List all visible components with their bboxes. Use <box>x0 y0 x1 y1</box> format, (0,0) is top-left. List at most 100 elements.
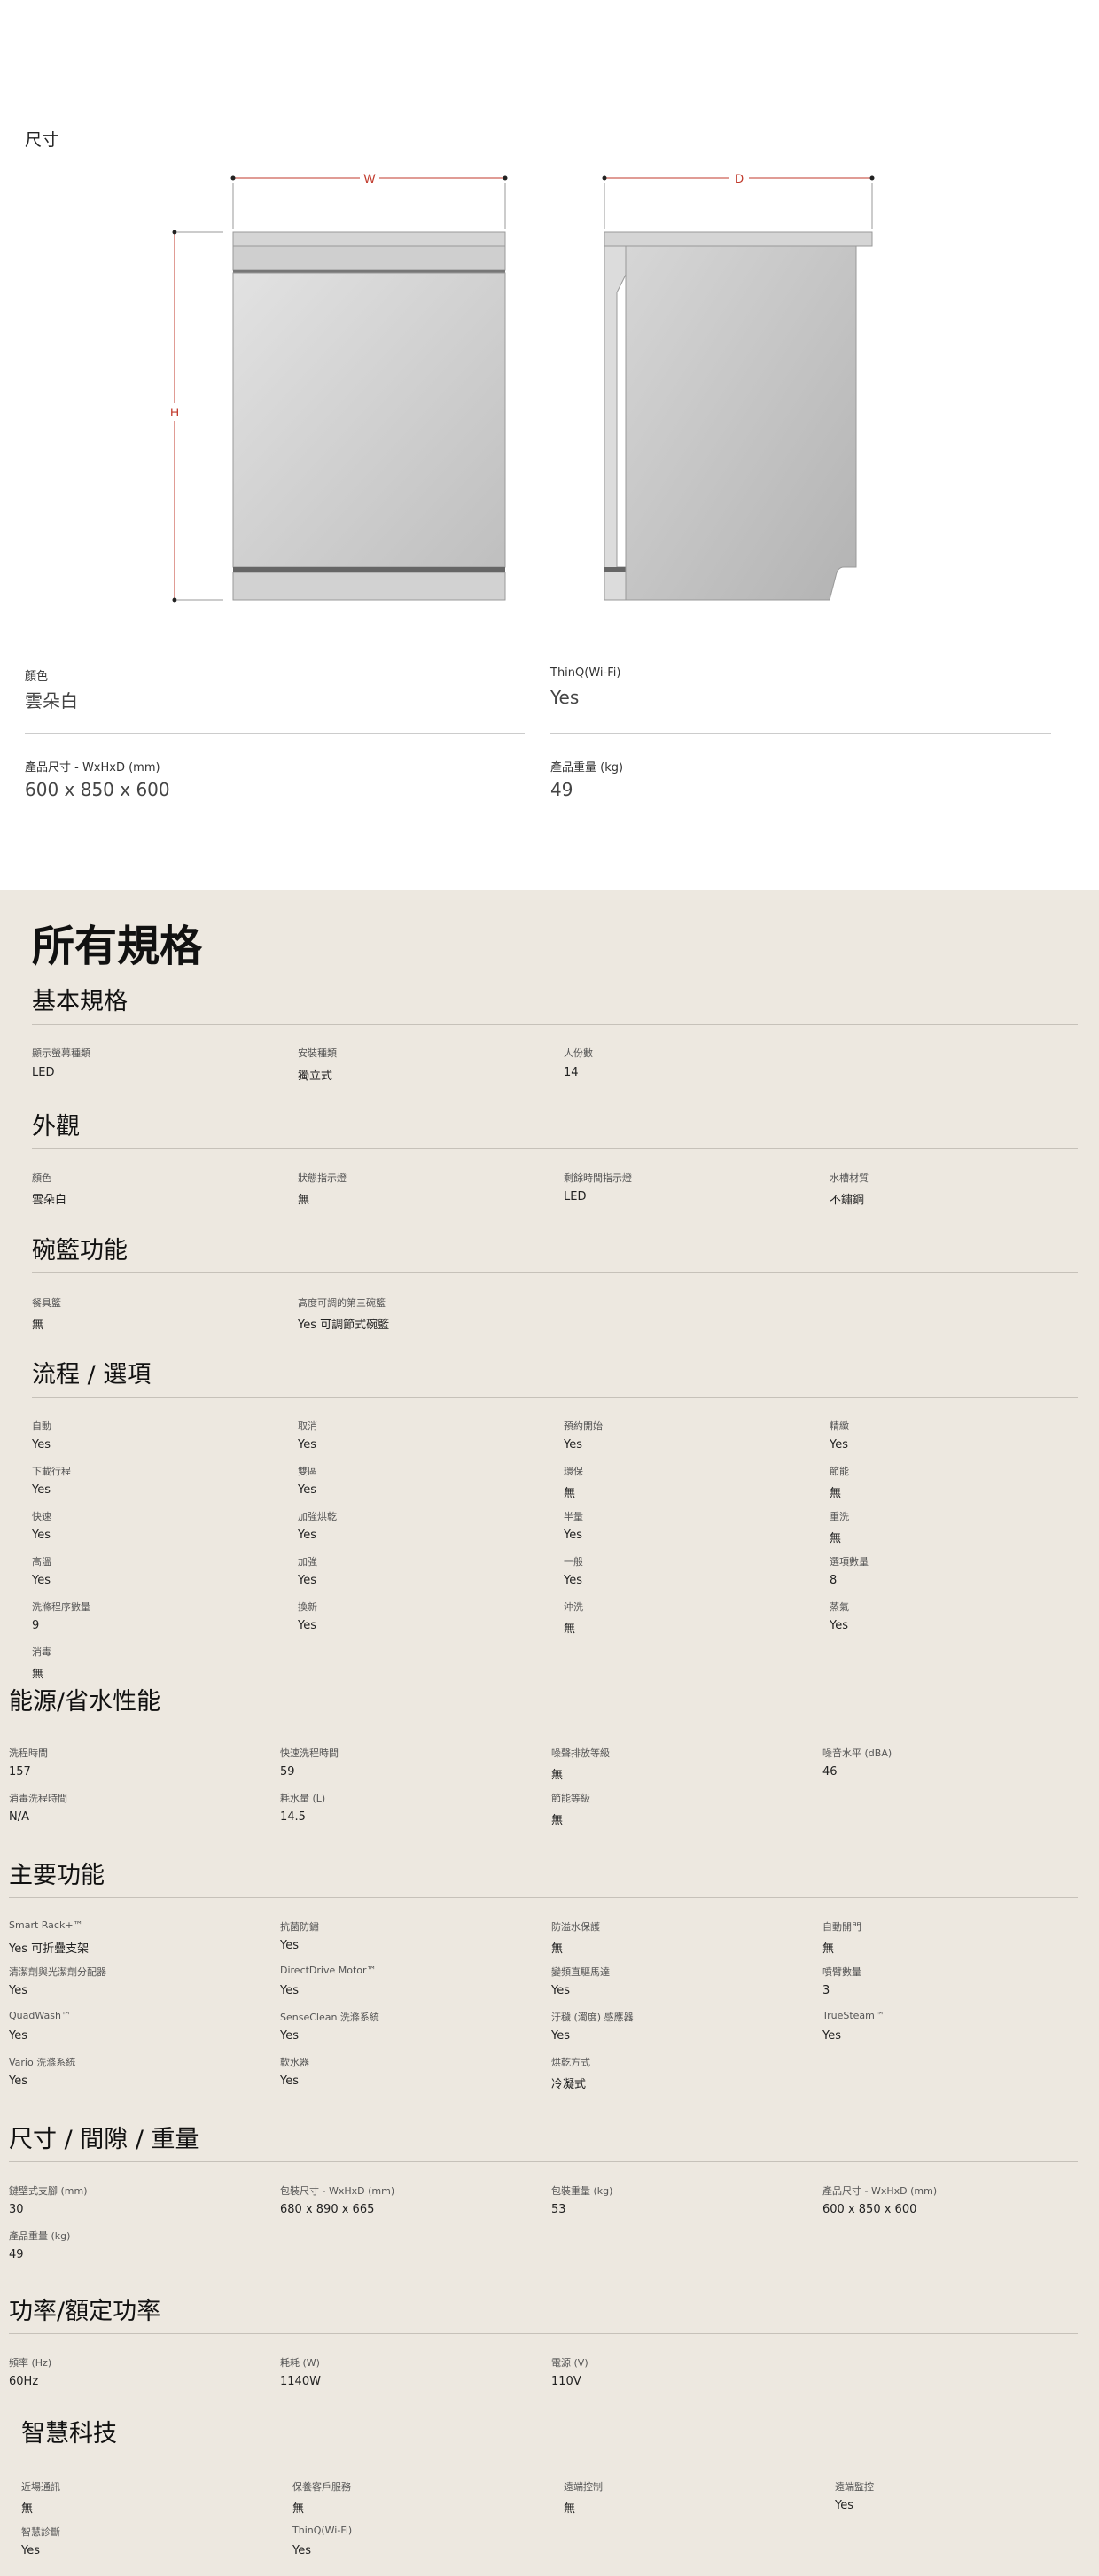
spec-value: Yes <box>564 1574 582 1587</box>
spec-label: 產品重量 (kg) <box>9 2230 71 2242</box>
dimension-section: 尺寸 W H D 顏色 雲朵白 ThinQ(Wi-Fi) Yes 產品尺寸 - … <box>0 0 1099 890</box>
spec-label: 重洗 <box>830 1511 849 1522</box>
spec-label: SenseClean 洗滌系統 <box>280 2012 379 2023</box>
spec-value: Yes <box>298 1574 316 1587</box>
spec-label: 噪音水平 (dBA) <box>822 1747 892 1759</box>
spec-value: 無 <box>564 1487 576 1500</box>
spec-value: Yes <box>9 1984 27 1997</box>
spec-value: Yes <box>32 1529 51 1542</box>
spec-label: QuadWash™ <box>9 2010 71 2021</box>
spec-value-color: 雲朵白 <box>25 690 78 712</box>
spec-value: Yes <box>32 1483 51 1497</box>
spec-value: N/A <box>9 1810 29 1824</box>
spec-value: 8 <box>830 1574 838 1587</box>
spec-value: 不鏽鋼 <box>830 1194 865 1207</box>
spec-value: 46 <box>822 1765 838 1778</box>
spec-label: 半量 <box>564 1511 583 1522</box>
spec-label: 餐具籃 <box>32 1297 61 1309</box>
spec-label: Smart Rack+™ <box>9 1919 83 1931</box>
spec-value: Yes <box>298 1438 316 1451</box>
spec-label: 電源 (V) <box>551 2357 588 2369</box>
spec-value: Yes <box>32 1438 51 1451</box>
spec-value: Yes <box>280 1939 299 1952</box>
spec-label-thinq: ThinQ(Wi-Fi) <box>550 666 621 680</box>
spec-value: 無 <box>21 2502 34 2516</box>
section-divider <box>32 1148 1078 1149</box>
spec-label: 下載行程 <box>32 1466 71 1477</box>
spec-label: 烘乾方式 <box>551 2057 590 2068</box>
spec-value: 157 <box>9 1765 31 1778</box>
height-dimension-line: H <box>167 230 223 603</box>
spec-label: 沖洗 <box>564 1601 583 1613</box>
spec-value: 無 <box>32 1319 44 1332</box>
spec-value: Yes 可折疊支架 <box>9 1942 90 1956</box>
spec-value: 3 <box>822 1984 830 1997</box>
spec-label: 智慧診斷 <box>21 2526 60 2538</box>
spec-label: 耗水量 (L) <box>280 1793 326 1804</box>
spec-value: 60Hz <box>9 2375 39 2388</box>
spec-value: Yes <box>280 2029 299 2043</box>
spec-label: 變頻直驅馬達 <box>551 1966 610 1978</box>
spec-value: 冷凝式 <box>551 2078 587 2091</box>
spec-value: 30 <box>9 2203 24 2216</box>
spec-label: 產品尺寸 - WxHxD (mm) <box>822 2185 938 2197</box>
spec-label: 遠端監控 <box>835 2481 874 2493</box>
spec-value: Yes <box>564 1438 582 1451</box>
spec-value: 無 <box>564 2502 576 2516</box>
spec-value: Yes <box>564 1529 582 1542</box>
spec-label: 精緻 <box>830 1420 849 1432</box>
height-label: H <box>170 405 179 419</box>
spec-label: 汙穢 (濁度) 感應器 <box>551 2012 634 2023</box>
spec-value: Yes <box>9 2074 27 2088</box>
spec-label: 節能等級 <box>551 1793 590 1804</box>
spec-label: 快速 <box>32 1511 51 1522</box>
spec-label: 遠端控制 <box>564 2481 603 2493</box>
spec-label: ThinQ(Wi-Fi) <box>292 2525 353 2536</box>
spec-value: 獨立式 <box>298 1070 333 1083</box>
section-divider <box>32 1272 1078 1273</box>
section-title-key-features: 主要功能 <box>9 1862 105 1889</box>
spec-value: 無 <box>830 1532 842 1545</box>
spec-label: 選項數量 <box>830 1556 869 1568</box>
spec-value: 無 <box>551 1942 564 1956</box>
spec-label: 節能 <box>830 1466 849 1477</box>
spec-value: 59 <box>280 1765 295 1778</box>
spec-label: 顏色 <box>32 1172 51 1184</box>
section-divider <box>9 1897 1078 1898</box>
spec-value: Yes <box>298 1529 316 1542</box>
spec-value: 雲朵白 <box>32 1194 67 1207</box>
spec-label: 剩餘時間指示燈 <box>564 1172 632 1184</box>
spec-value: 14 <box>564 1066 579 1079</box>
spec-value: 無 <box>551 1769 564 1782</box>
spec-label: 加強 <box>298 1556 317 1568</box>
spec-label-color: 顏色 <box>25 670 49 683</box>
spec-value: 無 <box>298 1194 310 1207</box>
spec-value: 無 <box>822 1942 835 1956</box>
spec-label: 一般 <box>564 1556 583 1568</box>
spec-label: 噪聲排放等級 <box>551 1747 610 1759</box>
section-divider <box>9 2333 1078 2334</box>
section-title-energy: 能源/省水性能 <box>9 1688 161 1716</box>
spec-label: 狀態指示燈 <box>298 1172 347 1184</box>
all-specs-title: 所有規格 <box>32 922 203 971</box>
spec-label: 軟水器 <box>280 2057 309 2068</box>
spec-value: Yes <box>9 2029 27 2043</box>
section-title-dimensions: 尺寸 / 間隙 / 重量 <box>9 2126 199 2153</box>
spec-value: 無 <box>292 2502 305 2516</box>
spec-value: Yes <box>32 1574 51 1587</box>
spec-value: 53 <box>551 2203 566 2216</box>
spec-value: Yes <box>280 1984 299 1997</box>
width-label: W <box>363 171 376 185</box>
spec-label: 近場通訊 <box>21 2481 60 2493</box>
spec-label: 包裝尺寸 - WxHxD (mm) <box>280 2185 395 2197</box>
spec-value: 無 <box>551 1814 564 1827</box>
spec-value-thinq: Yes <box>550 687 580 708</box>
spec-label: 顯示螢幕種類 <box>32 1047 90 1059</box>
spec-value: Yes <box>830 1619 848 1632</box>
spec-label: 環保 <box>564 1466 583 1477</box>
spec-value: 14.5 <box>280 1810 306 1824</box>
spec-label: 洗滌程序數量 <box>32 1601 90 1613</box>
spec-value: Yes <box>292 2544 311 2557</box>
spec-value: Yes <box>21 2544 40 2557</box>
spec-label: 水槽材質 <box>830 1172 869 1184</box>
